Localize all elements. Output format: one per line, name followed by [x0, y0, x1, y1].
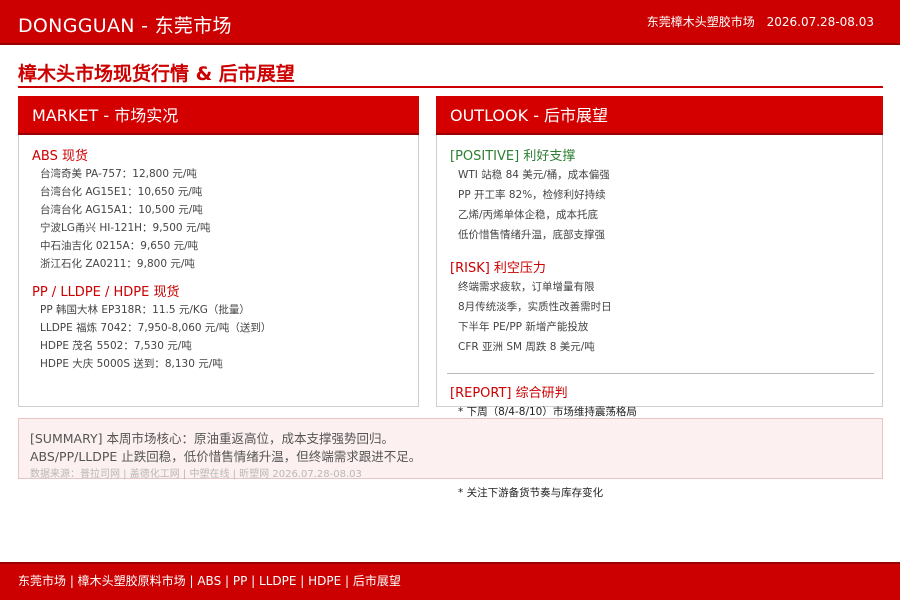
page-title: 樟木头市场现货行情 & 后市展望 [18, 63, 295, 85]
title-divider [18, 86, 883, 88]
data-sources: 数据来源：普拉司网 | 盖德化工网 | 中塑在线 | 昕塑网 2026.07.2… [30, 469, 362, 480]
footer-bar: 东莞市场 | 樟木头塑胶原料市场 | ABS | PP | LLDPE | HD… [0, 562, 900, 600]
list-item: HDPE 茂名 5502：7,530 元/吨 [40, 340, 192, 352]
list-item: 浙江石化 ZA0211：9,800 元/吨 [40, 258, 195, 270]
positive-section-title: [POSITIVE] 利好支撑 [450, 149, 576, 164]
market-panel-title: MARKET - 市场实况 [18, 96, 419, 135]
pe-section-title: PP / LLDPE / HDPE 现货 [32, 285, 180, 300]
market-name: 东莞樟木头塑胶市场 [646, 15, 755, 29]
list-item: 下半年 PE/PP 新增产能投放 [458, 321, 589, 333]
list-item: 8月传统淡季，实质性改善需时日 [458, 301, 612, 313]
report-divider [447, 373, 874, 374]
list-item: PP 开工率 82%，检修利好持续 [458, 189, 606, 201]
list-item: 终端需求疲软，订单增量有限 [458, 281, 595, 293]
risk-section-title: [RISK] 利空压力 [450, 261, 546, 276]
list-item: LLDPE 福炼 7042：7,950-8,060 元/吨（送到） [40, 322, 272, 334]
brand-title: DONGGUAN - 东莞市场 [18, 15, 232, 37]
list-item: 低价惜售情绪升温，底部支撑强 [458, 229, 605, 241]
header-meta: 东莞樟木头塑胶市场 2026.07.28-08.03 [647, 13, 874, 30]
list-item: 台湾台化 AG15A1：10,500 元/吨 [40, 204, 203, 216]
abs-section-title: ABS 现货 [32, 149, 88, 164]
top-bar: DONGGUAN - 东莞市场 东莞樟木头塑胶市场 2026.07.28-08.… [0, 0, 900, 45]
summary-line-2: ABS/PP/LLDPE 止跌回稳，低价惜售情绪升温，但终端需求跟进不足。 [30, 449, 422, 464]
list-item: 宁波LG甬兴 HI-121H：9,500 元/吨 [40, 222, 211, 234]
list-item: HDPE 大庆 5000S 送到：8,130 元/吨 [40, 358, 223, 370]
footer-text: 东莞市场 | 樟木头塑胶原料市场 | ABS | PP | LLDPE | HD… [18, 574, 401, 588]
report-item: * 下周（8/4-8/10）市场维持震荡格局 [458, 406, 637, 418]
summary-box: [SUMMARY] 本周市场核心：原油重返高位，成本支撑强势回归。 ABS/PP… [18, 418, 883, 480]
list-item: CFR 亚洲 SM 周跌 8 美元/吨 [458, 341, 595, 353]
report-item: * 关注下游备货节奏与库存变化 [458, 487, 604, 499]
market-panel: MARKET - 市场实况 ABS 现货 台湾奇美 PA-757：12,800 … [18, 96, 419, 407]
list-item: PP 韩国大林 EP318R：11.5 元/KG（批量） [40, 304, 250, 316]
date-range: 2026.07.28-08.03 [766, 15, 874, 29]
outlook-panel-title: OUTLOOK - 后市展望 [436, 96, 883, 135]
list-item: 台湾台化 AG15E1：10,650 元/吨 [40, 186, 203, 198]
list-item: WTI 站稳 84 美元/桶，成本偏强 [458, 169, 610, 181]
list-item: 乙烯/丙烯单体企稳，成本托底 [458, 209, 599, 221]
list-item: 中石油吉化 0215A：9,650 元/吨 [40, 240, 199, 252]
list-item: 台湾奇美 PA-757：12,800 元/吨 [40, 168, 197, 180]
outlook-panel: OUTLOOK - 后市展望 [POSITIVE] 利好支撑 WTI 站稳 84… [436, 96, 883, 407]
report-section-title: [REPORT] 综合研判 [450, 386, 568, 401]
summary-line-1: [SUMMARY] 本周市场核心：原油重返高位，成本支撑强势回归。 [30, 431, 394, 446]
